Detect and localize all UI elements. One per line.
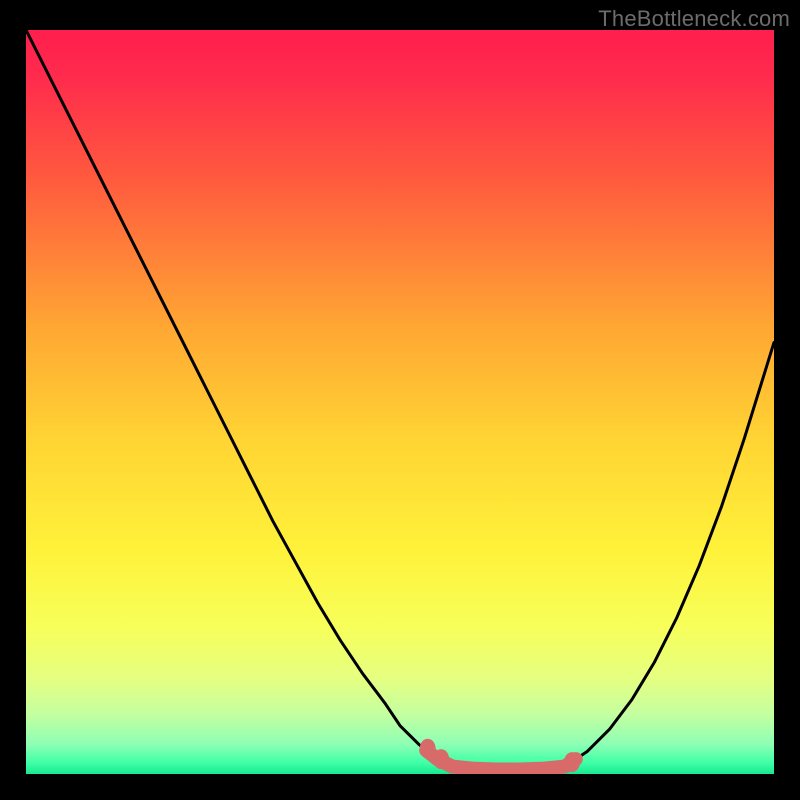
highlight-marker	[564, 752, 580, 772]
highlight-marker	[420, 739, 436, 759]
watermark-text: TheBottleneck.com	[598, 6, 790, 32]
chart-lines	[26, 30, 774, 774]
highlight-marker	[433, 749, 449, 769]
curve-right	[565, 342, 774, 766]
app-frame: TheBottleneck.com	[0, 0, 800, 800]
plot-area	[26, 30, 774, 774]
curve-left	[26, 30, 452, 767]
